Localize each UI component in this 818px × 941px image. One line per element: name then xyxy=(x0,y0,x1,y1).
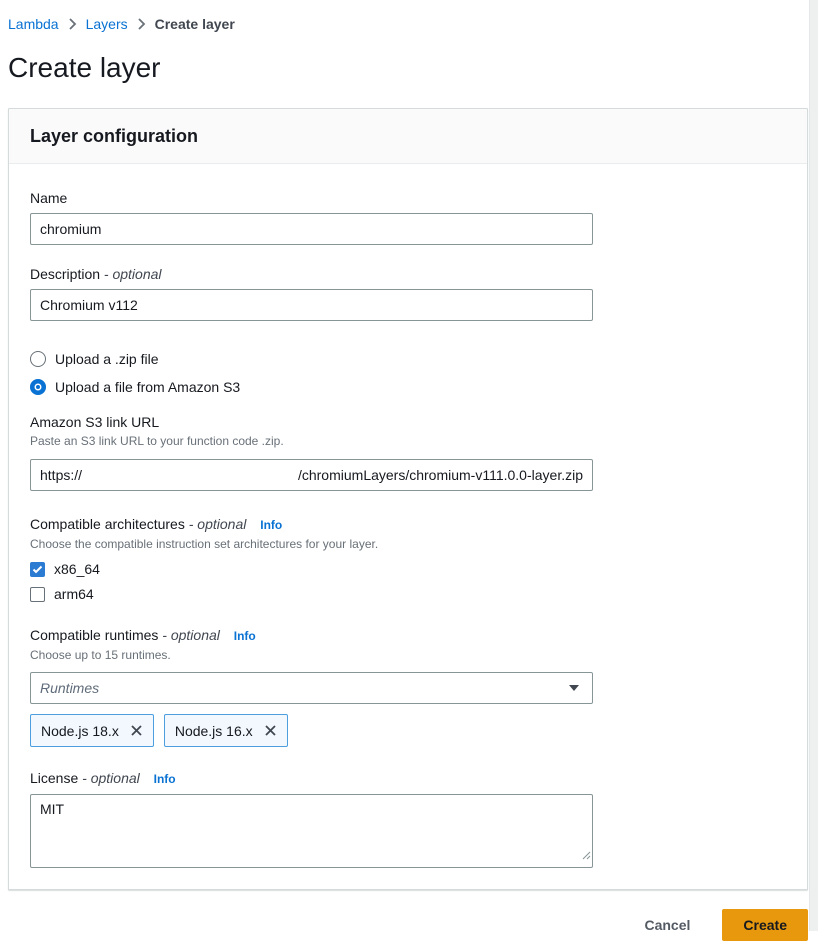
chevron-right-icon xyxy=(68,18,77,30)
checkbox-unchecked-icon[interactable] xyxy=(30,587,45,602)
license-optional-text: - optional xyxy=(82,770,140,786)
runtimes-select-placeholder: Runtimes xyxy=(40,680,99,696)
breadcrumb-current: Create layer xyxy=(155,14,235,34)
chevron-right-icon xyxy=(137,18,146,30)
radio-upload-s3-label: Upload a file from Amazon S3 xyxy=(55,379,240,395)
breadcrumb-link-lambda[interactable]: Lambda xyxy=(8,14,59,34)
close-icon[interactable] xyxy=(264,724,277,737)
checkbox-x86-64-label: x86_64 xyxy=(54,561,100,577)
token-nodejs-16: Node.js 16.x xyxy=(164,714,288,747)
s3-url-field-group: Amazon S3 link URL Paste an S3 link URL … xyxy=(30,413,786,491)
architectures-info-link[interactable]: Info xyxy=(260,518,282,532)
architectures-label: Compatible architectures - optional Info xyxy=(30,515,786,534)
close-icon[interactable] xyxy=(130,724,143,737)
scrollbar-track[interactable] xyxy=(809,0,818,931)
name-label: Name xyxy=(30,189,786,207)
panel-header: Layer configuration xyxy=(9,109,807,164)
license-field-group: License - optional Info MIT xyxy=(30,769,786,868)
license-label: License - optional Info xyxy=(30,769,786,788)
panel-body: Name Description - optional Upload a .zi… xyxy=(9,164,807,889)
cancel-button[interactable]: Cancel xyxy=(640,911,694,939)
s3-url-path: /chromiumLayers/chromium-v111.0.0-layer.… xyxy=(298,467,583,483)
checkbox-arm64-label: arm64 xyxy=(54,586,94,602)
license-textarea-wrap: MIT xyxy=(30,794,593,868)
description-field-group: Description - optional xyxy=(30,265,786,321)
license-info-link[interactable]: Info xyxy=(154,772,176,786)
license-textarea[interactable]: MIT xyxy=(30,794,593,868)
architectures-optional-text: - optional xyxy=(189,516,247,532)
description-input[interactable] xyxy=(30,289,593,321)
page-content: Lambda Layers Create layer Create layer … xyxy=(0,0,810,941)
checkbox-x86-64[interactable]: x86_64 xyxy=(30,559,786,579)
description-label: Description - optional xyxy=(30,265,786,283)
form-actions: Cancel Create xyxy=(8,909,808,941)
runtimes-label-text: Compatible runtimes xyxy=(30,627,158,643)
token-nodejs-18: Node.js 18.x xyxy=(30,714,154,747)
architectures-field-group: Compatible architectures - optional Info… xyxy=(30,515,786,604)
architectures-checkbox-group: x86_64 arm64 xyxy=(30,559,786,604)
runtimes-select[interactable]: Runtimes xyxy=(30,672,593,704)
s3-url-helper: Paste an S3 link URL to your function co… xyxy=(30,433,786,449)
token-nodejs-18-label: Node.js 18.x xyxy=(41,723,119,739)
architectures-helper: Choose the compatible instruction set ar… xyxy=(30,536,786,552)
name-input[interactable] xyxy=(30,213,593,245)
s3-url-prefix: https:// xyxy=(40,467,82,483)
runtimes-field-group: Compatible runtimes - optional Info Choo… xyxy=(30,626,786,747)
breadcrumb-link-layers[interactable]: Layers xyxy=(86,14,128,34)
panel-title: Layer configuration xyxy=(30,124,786,148)
upload-source-radio-group: Upload a .zip file Upload a file from Am… xyxy=(30,348,786,397)
architectures-label-text: Compatible architectures xyxy=(30,516,185,532)
radio-upload-zip-label: Upload a .zip file xyxy=(55,351,159,367)
description-label-text: Description xyxy=(30,266,100,282)
create-button[interactable]: Create xyxy=(722,909,808,941)
radio-upload-s3[interactable]: Upload a file from Amazon S3 xyxy=(30,376,786,397)
runtimes-token-row: Node.js 18.x Node.js 16.x xyxy=(30,714,786,747)
radio-upload-zip[interactable]: Upload a .zip file xyxy=(30,348,786,369)
runtimes-label: Compatible runtimes - optional Info xyxy=(30,626,786,645)
breadcrumb: Lambda Layers Create layer xyxy=(8,14,800,34)
runtimes-optional-text: - optional xyxy=(162,627,220,643)
name-field-group: Name xyxy=(30,189,786,245)
page-title: Create layer xyxy=(8,51,800,85)
runtimes-helper: Choose up to 15 runtimes. xyxy=(30,647,786,663)
checkbox-arm64[interactable]: arm64 xyxy=(30,584,786,604)
runtimes-info-link[interactable]: Info xyxy=(234,629,256,643)
layer-configuration-panel: Layer configuration Name Description - o… xyxy=(8,108,808,890)
radio-selected-icon[interactable] xyxy=(30,379,46,395)
s3-url-label: Amazon S3 link URL xyxy=(30,413,786,431)
license-label-text: License xyxy=(30,770,78,786)
caret-down-icon xyxy=(568,679,580,697)
token-nodejs-16-label: Node.js 16.x xyxy=(175,723,253,739)
s3-url-input[interactable]: https:// /chromiumLayers/chromium-v111.0… xyxy=(30,459,593,491)
description-optional-text: - optional xyxy=(104,266,162,282)
checkbox-checked-icon[interactable] xyxy=(30,562,45,577)
radio-unselected-icon[interactable] xyxy=(30,351,46,367)
